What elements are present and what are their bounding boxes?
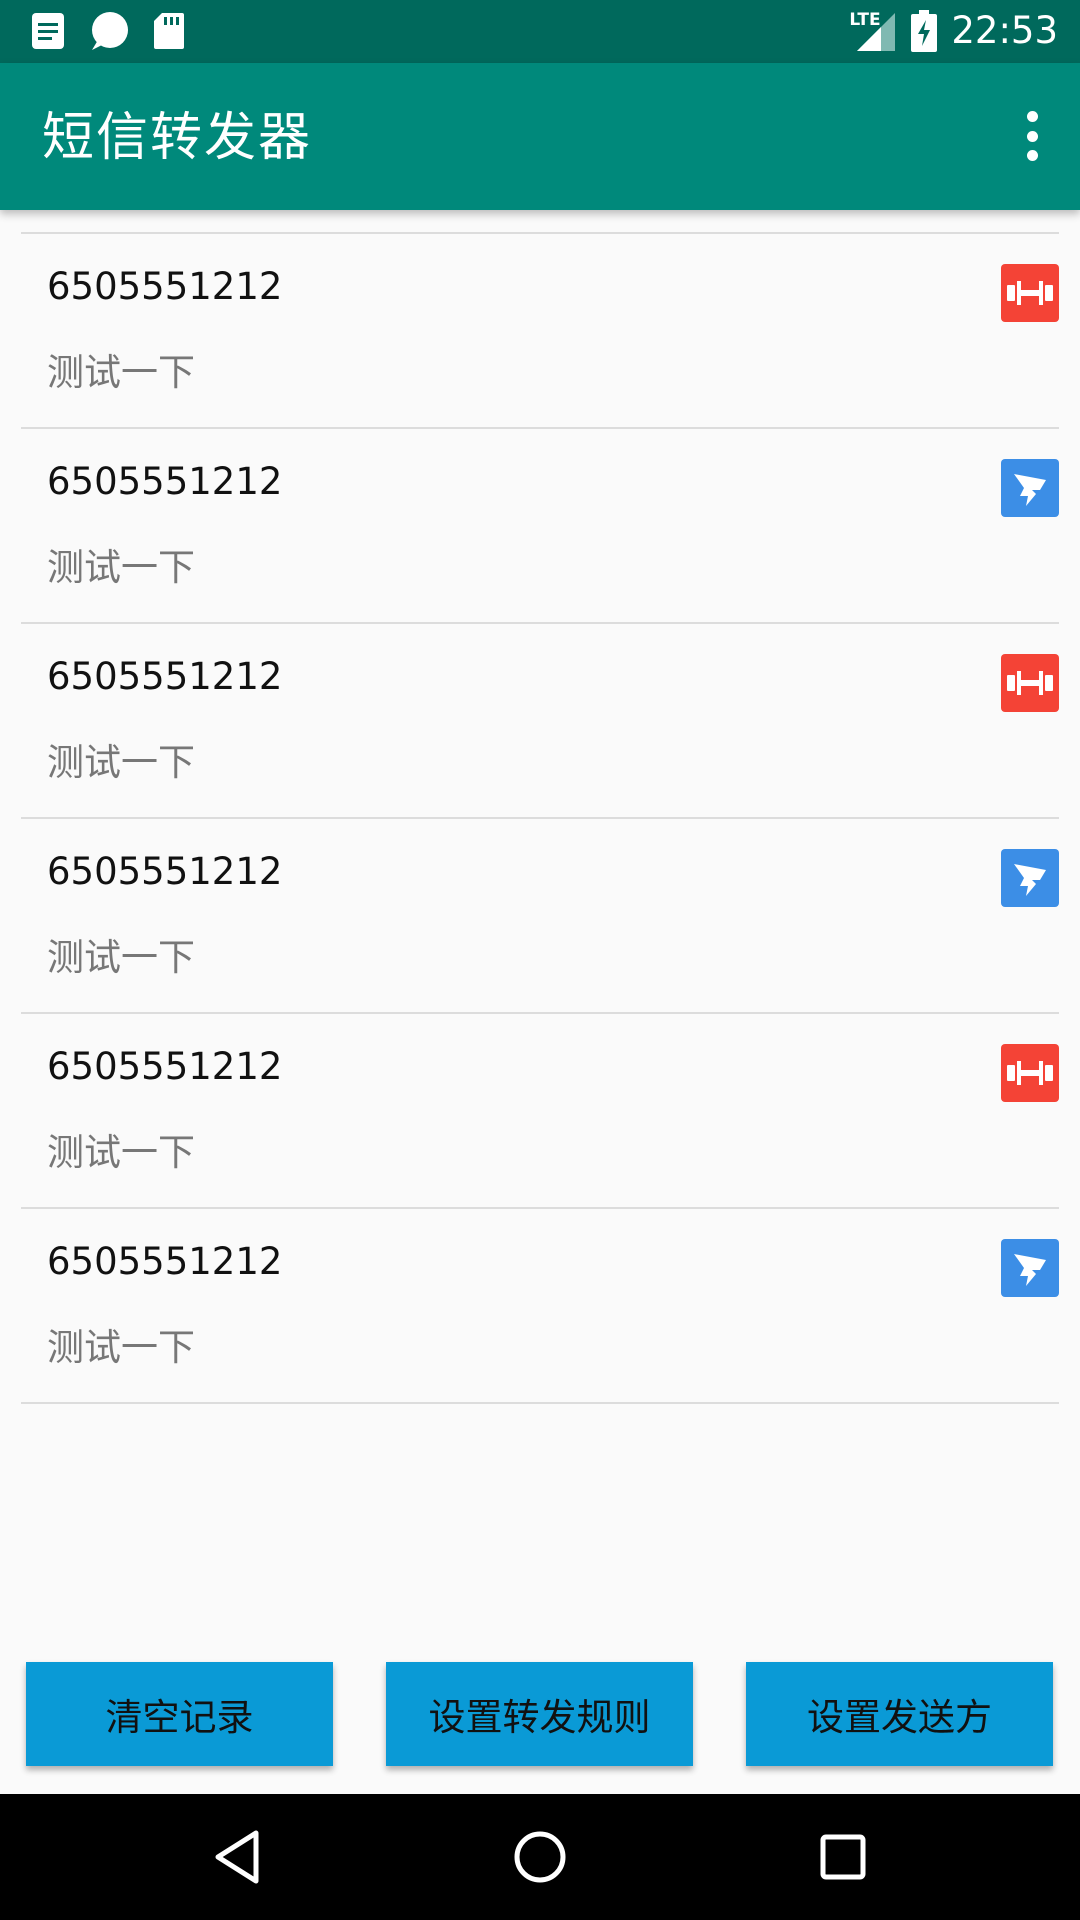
signal-indicator: LTE bbox=[849, 9, 897, 53]
message-row[interactable]: 6505551212 测试一下 bbox=[21, 624, 1059, 819]
navigation-bar bbox=[0, 1794, 1080, 1920]
recents-icon[interactable] bbox=[810, 1824, 876, 1890]
sender-number: 6505551212 bbox=[47, 1240, 283, 1283]
message-row[interactable]: 6505551212 测试一下 bbox=[21, 819, 1059, 1014]
sender-number: 6505551212 bbox=[47, 850, 283, 893]
message-text: 测试一下 bbox=[47, 1326, 195, 1369]
set-sender-button[interactable]: 设置发送方 bbox=[746, 1662, 1053, 1766]
message-text: 测试一下 bbox=[47, 936, 195, 979]
message-text: 测试一下 bbox=[47, 546, 195, 589]
message-list[interactable]: 6505551212 测试一下 6505551212 测试一下 65055512… bbox=[21, 210, 1059, 1404]
battery-charging-icon bbox=[911, 10, 938, 52]
set-forward-rules-button[interactable]: 设置转发规则 bbox=[386, 1662, 693, 1766]
dumbbell-icon bbox=[1001, 654, 1059, 712]
sender-number: 6505551212 bbox=[47, 265, 283, 308]
home-icon[interactable] bbox=[507, 1824, 573, 1890]
back-icon[interactable] bbox=[204, 1824, 270, 1890]
message-row[interactable]: 6505551212 测试一下 bbox=[21, 429, 1059, 624]
sender-number: 6505551212 bbox=[47, 460, 283, 503]
sd-card-icon bbox=[154, 13, 184, 49]
status-right: LTE 22:53 bbox=[849, 6, 1058, 56]
message-row[interactable]: 6505551212 测试一下 bbox=[21, 1014, 1059, 1209]
overflow-menu-icon[interactable] bbox=[1020, 111, 1044, 161]
message-text: 测试一下 bbox=[47, 741, 195, 784]
notes-icon bbox=[32, 13, 64, 49]
app-bar: 短信转发器 bbox=[0, 63, 1080, 210]
message-row[interactable]: 6505551212 测试一下 bbox=[21, 1209, 1059, 1404]
sender-number: 6505551212 bbox=[47, 655, 283, 698]
signal-icon bbox=[857, 13, 896, 51]
status-left-icons bbox=[30, 10, 186, 52]
dumbbell-icon bbox=[1001, 264, 1059, 322]
app-title: 短信转发器 bbox=[42, 108, 313, 168]
clear-records-button[interactable]: 清空记录 bbox=[26, 1662, 333, 1766]
message-text: 测试一下 bbox=[47, 1131, 195, 1174]
chat-bubble-icon bbox=[92, 12, 128, 50]
screen: LTE 22:53 短信转发器 6505551212 测试一下 65055512… bbox=[0, 0, 1080, 1920]
message-row[interactable]: 6505551212 测试一下 bbox=[21, 234, 1059, 429]
dingtalk-icon bbox=[1001, 1239, 1059, 1297]
status-time: 22:53 bbox=[951, 9, 1058, 52]
dingtalk-icon bbox=[1001, 849, 1059, 907]
dingtalk-icon bbox=[1001, 459, 1059, 517]
message-text: 测试一下 bbox=[47, 351, 195, 394]
list-top-divider bbox=[21, 210, 1059, 234]
status-bar: LTE 22:53 bbox=[0, 0, 1080, 63]
dumbbell-icon bbox=[1001, 1044, 1059, 1102]
sender-number: 6505551212 bbox=[47, 1045, 283, 1088]
